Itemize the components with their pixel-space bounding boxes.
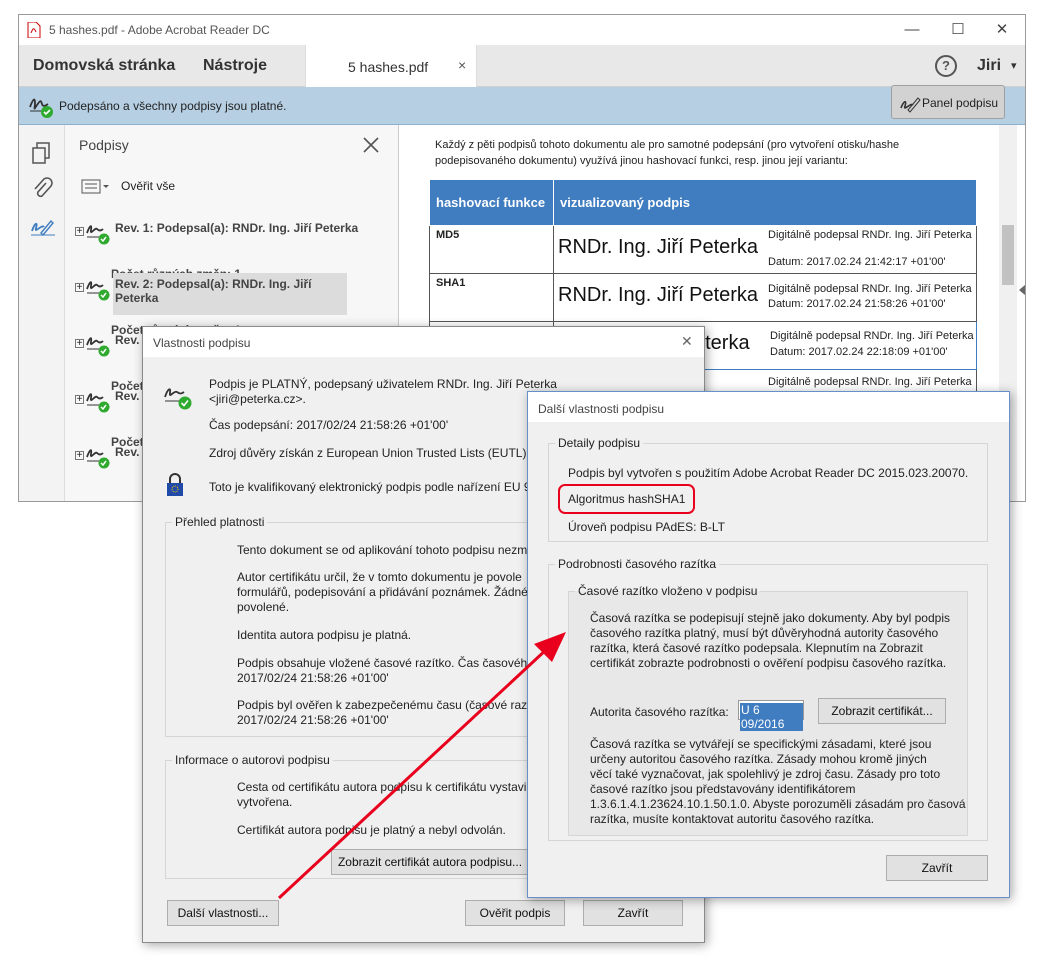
annotation-arrow bbox=[277, 632, 566, 900]
